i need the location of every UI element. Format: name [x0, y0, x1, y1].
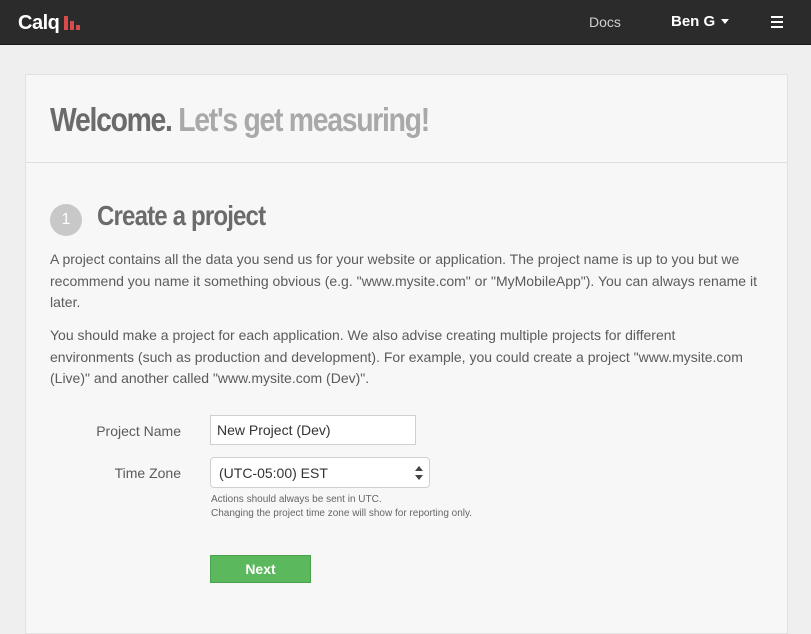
- time-zone-value: (UTC-05:00) EST: [219, 464, 328, 481]
- user-name: Ben G: [671, 13, 716, 30]
- help-line-utc: Actions should always be sent in UTC.: [211, 494, 382, 505]
- calq-logo[interactable]: Calq: [18, 10, 84, 36]
- project-name-input[interactable]: [210, 415, 416, 445]
- advice-paragraph: You should make a project for each appli…: [50, 327, 743, 386]
- time-zone-select[interactable]: (UTC-05:00) EST: [210, 457, 430, 488]
- time-zone-label: Time Zone: [114, 465, 181, 481]
- next-button[interactable]: Next: [210, 555, 311, 583]
- welcome-title-light: Let's get measuring!: [178, 101, 430, 138]
- divider: [26, 162, 787, 163]
- time-zone-help: Actions should always be sent in UTC. Ch…: [211, 493, 472, 521]
- welcome-heading: Welcome. Let's get measuring!: [50, 101, 430, 139]
- docs-link[interactable]: Docs: [589, 14, 621, 30]
- top-navbar: Calq Docs Ben G: [0, 0, 811, 45]
- step-title: Create a project: [97, 200, 266, 231]
- logo-text: Calq: [18, 11, 60, 34]
- user-menu[interactable]: Ben G: [671, 13, 730, 30]
- bar-chart-icon: [64, 14, 84, 32]
- hamburger-menu-icon[interactable]: [771, 16, 783, 28]
- welcome-title-strong: Welcome.: [50, 101, 173, 138]
- caret-down-icon: [721, 19, 730, 24]
- welcome-card: Welcome. Let's get measuring! 1 Create a…: [25, 74, 788, 634]
- help-line-reporting: Changing the project time zone will show…: [211, 508, 473, 519]
- intro-paragraph: A project contains all the data you send…: [50, 251, 757, 310]
- project-name-label: Project Name: [96, 423, 181, 439]
- step-number-badge: 1: [50, 204, 82, 236]
- select-arrows-icon: [415, 466, 423, 480]
